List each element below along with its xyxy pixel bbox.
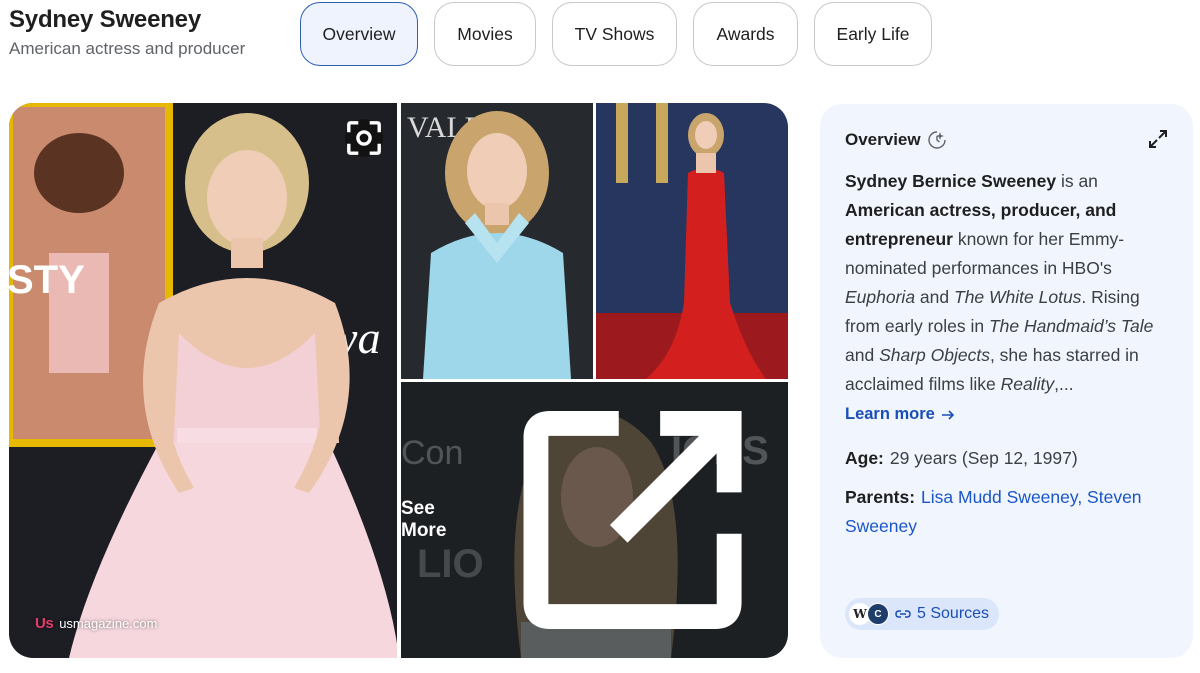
main-photo[interactable]: STY wa Us usmagazine.com [9, 103, 397, 658]
photo-red-dress[interactable] [596, 103, 788, 379]
lens-icon-glyph [347, 121, 381, 155]
expand-icon[interactable] [1147, 128, 1169, 150]
tab-awards[interactable]: Awards [693, 2, 798, 66]
summary-segment: Euphoria [845, 287, 916, 307]
image-source: Us usmagazine.com [35, 615, 157, 632]
tab-early-life[interactable]: Early Life [814, 2, 932, 66]
summary-segment: is an [1056, 171, 1098, 191]
tab-bar: Overview Movies TV Shows Awards Early Li… [300, 2, 932, 66]
overview-summary: Sydney Bernice Sweeney is an American ac… [845, 167, 1170, 399]
photo-see-more[interactable]: Con IONS LIO See More [401, 382, 788, 658]
fact-age-value: 29 years (Sep 12, 1997) [889, 448, 1078, 468]
see-more-button[interactable]: See More [401, 382, 788, 658]
fact-age: Age: 29 years (Sep 12, 1997) [845, 444, 1170, 473]
summary-segment: Sydney Bernice Sweeney [845, 171, 1057, 191]
main-photo-art: STY wa [9, 103, 397, 658]
entity-subtitle: American actress and producer [9, 39, 246, 58]
tab-overview[interactable]: Overview [300, 2, 418, 66]
summary-segment: Reality [1000, 374, 1055, 394]
summary-segment: The Handmaid’s Tale [988, 316, 1154, 336]
entity-title: Sydney Sweeney [9, 6, 201, 33]
external-link-icon [523, 410, 742, 630]
entity-header: Sydney Sweeney American actress and prod… [9, 5, 245, 64]
source-domain: usmagazine.com [59, 616, 158, 631]
learn-more-label: Learn more [845, 405, 935, 423]
summary-segment: and [915, 287, 954, 307]
photo-blue-dress-art: VALE [401, 103, 593, 379]
overview-panel: Overview Sydney Bernice Sweeney is an Am… [820, 104, 1193, 658]
summary-segment: Sharp Objects [879, 345, 990, 365]
tab-movies[interactable]: Movies [434, 2, 536, 66]
learn-more-link[interactable]: Learn more [845, 405, 1169, 424]
sources-count: 5 Sources [917, 605, 990, 622]
photo-blue-dress[interactable]: VALE [401, 103, 593, 379]
see-more-label: See More [401, 498, 447, 541]
summary-segment: ,... [1054, 374, 1074, 394]
source-logo: Us [35, 615, 54, 632]
fact-parents-label: Parents: [845, 487, 916, 507]
image-grid: STY wa Us usmagazine.com VALE Con IONS L… [9, 103, 788, 658]
summary-segment: and [845, 345, 880, 365]
arrow-right-icon [941, 409, 955, 420]
summary-segment: The White Lotus [954, 287, 1082, 307]
ai-sparkle-icon [927, 131, 946, 149]
source-favicon: C [867, 603, 889, 625]
fact-parents: Parents: Lisa Mudd Sweeney, Steven Sweene… [845, 483, 1170, 541]
sources-chip[interactable]: W C 5 Sources [845, 598, 1000, 630]
link-icon [895, 610, 911, 618]
fact-age-label: Age: [845, 448, 884, 468]
panel-title: Overview [845, 130, 921, 149]
lens-icon[interactable] [345, 119, 383, 157]
tab-tv-shows[interactable]: TV Shows [552, 2, 677, 66]
photo-red-dress-art [596, 103, 788, 379]
panel-header: Overview [845, 130, 1169, 150]
poster-text: STY [9, 258, 85, 302]
expand-icon-glyph [1149, 130, 1167, 148]
